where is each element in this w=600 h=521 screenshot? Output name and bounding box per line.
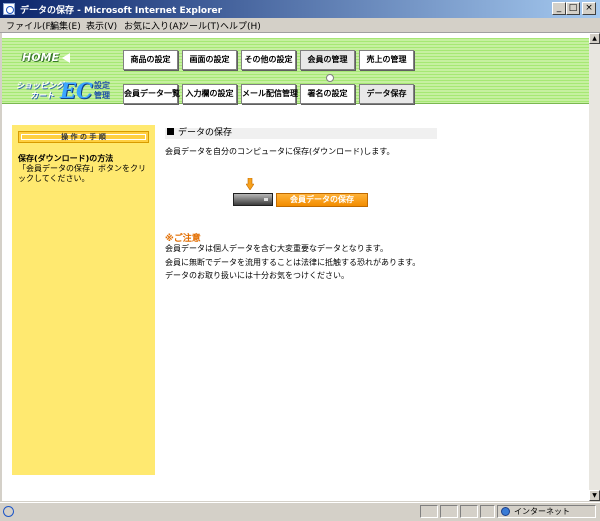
menu-favorites[interactable]: お気に入り(A) bbox=[124, 19, 182, 32]
zone-label: インターネット bbox=[514, 507, 570, 516]
scroll-down-icon[interactable]: ▼ bbox=[589, 490, 600, 501]
page-status-icon bbox=[3, 506, 14, 517]
menu-tools[interactable]: ツール(T) bbox=[180, 19, 220, 32]
status-cell bbox=[440, 505, 458, 518]
help-title: 保存(ダウンロード)の方法 bbox=[18, 154, 114, 163]
status-cell bbox=[420, 505, 438, 518]
globe-icon bbox=[501, 507, 510, 516]
home-label: HOME bbox=[22, 51, 60, 64]
menu-file[interactable]: ファイル(F) bbox=[6, 19, 54, 32]
section-title: データの保存 bbox=[165, 128, 437, 139]
maximize-button[interactable]: □ bbox=[566, 2, 580, 15]
help-heading-label: 操 作 の 手 順 bbox=[61, 133, 106, 141]
note-line-1: 会員データは個人データを含む大変重要なデータとなります。 bbox=[165, 244, 388, 253]
menu-view[interactable]: 表示(V) bbox=[86, 19, 117, 32]
scroll-up-icon[interactable]: ▲ bbox=[589, 33, 600, 44]
title-bar: データの保存 - Microsoft Internet Explorer _ □… bbox=[0, 0, 600, 18]
status-cell bbox=[480, 505, 495, 518]
nav-other-settings[interactable]: その他の設定 bbox=[241, 50, 296, 70]
nav-screen-settings[interactable]: 画面の設定 bbox=[182, 50, 237, 70]
minimize-button[interactable]: _ bbox=[552, 2, 566, 15]
window-title: データの保存 - Microsoft Internet Explorer bbox=[20, 6, 223, 16]
back-arrow-icon bbox=[62, 53, 71, 63]
logo: ショッピング カート EC 設定 管理 bbox=[16, 78, 118, 103]
vertical-scrollbar[interactable]: ▲ ▼ bbox=[589, 33, 600, 501]
ie-icon bbox=[3, 3, 15, 15]
save-member-data-button[interactable]: 会員データの保存 bbox=[276, 193, 368, 207]
nav-data-save[interactable]: データ保存 bbox=[359, 84, 414, 104]
section-title-label: データの保存 bbox=[178, 128, 233, 138]
help-panel-heading: 操 作 の 手 順 bbox=[18, 131, 149, 143]
logo-kanri: 管理 bbox=[94, 91, 110, 100]
nav-mail-management[interactable]: メール配信管理 bbox=[241, 84, 298, 104]
note-line-3: データのお取り扱いには十分お気をつけください。 bbox=[165, 271, 349, 280]
close-button[interactable]: × bbox=[582, 2, 596, 15]
menu-help[interactable]: ヘルプ(H) bbox=[220, 19, 261, 32]
menu-edit[interactable]: 編集(E) bbox=[50, 19, 81, 32]
drive-icon bbox=[233, 193, 273, 206]
status-bar: インターネット bbox=[0, 502, 600, 521]
help-text: 「会員データの保存」ボタンをクリックしてください。 bbox=[18, 164, 146, 183]
security-zone: インターネット bbox=[497, 505, 596, 518]
note-line-2: 会員に無断でデータを流用することは法律に抵触する恐れがあります。 bbox=[165, 258, 421, 267]
nav-sales-management[interactable]: 売上の管理 bbox=[359, 50, 414, 70]
nav-input-settings[interactable]: 入力欄の設定 bbox=[182, 84, 237, 104]
menu-bar: ファイル(F) 編集(E) 表示(V) お気に入り(A) ツール(T) ヘルプ(… bbox=[0, 18, 600, 33]
download-arrow-icon bbox=[246, 178, 254, 190]
home-link[interactable]: HOME bbox=[22, 51, 71, 64]
page-content: HOME ショッピング カート EC 設定 管理 商品の設定 画面の設定 その他… bbox=[2, 33, 589, 501]
help-panel: 操 作 の 手 順 保存(ダウンロード)の方法 「会員データの保存」ボタンをクリ… bbox=[12, 125, 155, 475]
nav-product-settings[interactable]: 商品の設定 bbox=[123, 50, 178, 70]
nav-connector-dot bbox=[326, 74, 334, 82]
section-description: 会員データを自分のコンピュータに保存(ダウンロード)します。 bbox=[165, 147, 395, 156]
header-banner: HOME ショッピング カート EC 設定 管理 商品の設定 画面の設定 その他… bbox=[2, 38, 589, 104]
square-bullet-icon bbox=[167, 128, 174, 135]
nav-signature-settings[interactable]: 署名の設定 bbox=[300, 84, 355, 104]
status-cell bbox=[460, 505, 478, 518]
logo-cart: カート bbox=[30, 91, 54, 100]
nav-member-management[interactable]: 会員の管理 bbox=[300, 50, 355, 70]
nav-member-list[interactable]: 会員データ一覧 bbox=[123, 84, 180, 104]
logo-ec: EC bbox=[60, 78, 93, 103]
